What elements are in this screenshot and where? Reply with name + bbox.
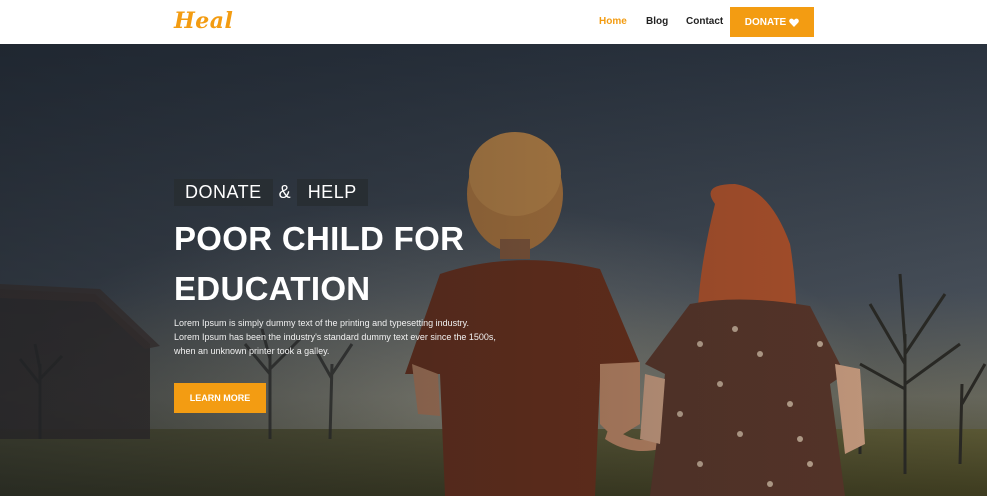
hero-section: DONATE & HELP POOR CHILD FOR EDUCATION L… bbox=[0, 44, 987, 496]
headline-line-2: EDUCATION bbox=[174, 270, 371, 307]
learn-more-button[interactable]: LEARN MORE bbox=[174, 383, 266, 413]
nav-blog-link[interactable]: Blog bbox=[646, 16, 668, 27]
hero-tagline: DONATE & HELP bbox=[174, 179, 368, 206]
desc-line-2: Lorem Ipsum has been the industry's stan… bbox=[174, 332, 496, 342]
desc-line-1: Lorem Ipsum is simply dummy text of the … bbox=[174, 318, 469, 328]
brand-logo[interactable]: Heal bbox=[174, 8, 233, 34]
top-navbar: Heal Home Blog Contact DONATE bbox=[0, 0, 987, 44]
hero-headline: POOR CHILD FOR EDUCATION bbox=[174, 214, 594, 314]
hero-description: Lorem Ipsum is simply dummy text of the … bbox=[174, 316, 504, 358]
tag-donate: DONATE bbox=[174, 179, 273, 206]
donate-button[interactable]: DONATE bbox=[730, 7, 814, 37]
tag-ampersand: & bbox=[278, 182, 291, 202]
heart-icon bbox=[789, 18, 800, 27]
tag-help: HELP bbox=[296, 179, 368, 206]
desc-line-3: when an unknown printer took a galley. bbox=[174, 346, 330, 356]
headline-line-1: POOR CHILD FOR bbox=[174, 220, 465, 257]
nav-home-link[interactable]: Home bbox=[599, 16, 627, 27]
nav-contact-link[interactable]: Contact bbox=[686, 16, 723, 27]
donate-button-label: DONATE bbox=[744, 16, 787, 28]
